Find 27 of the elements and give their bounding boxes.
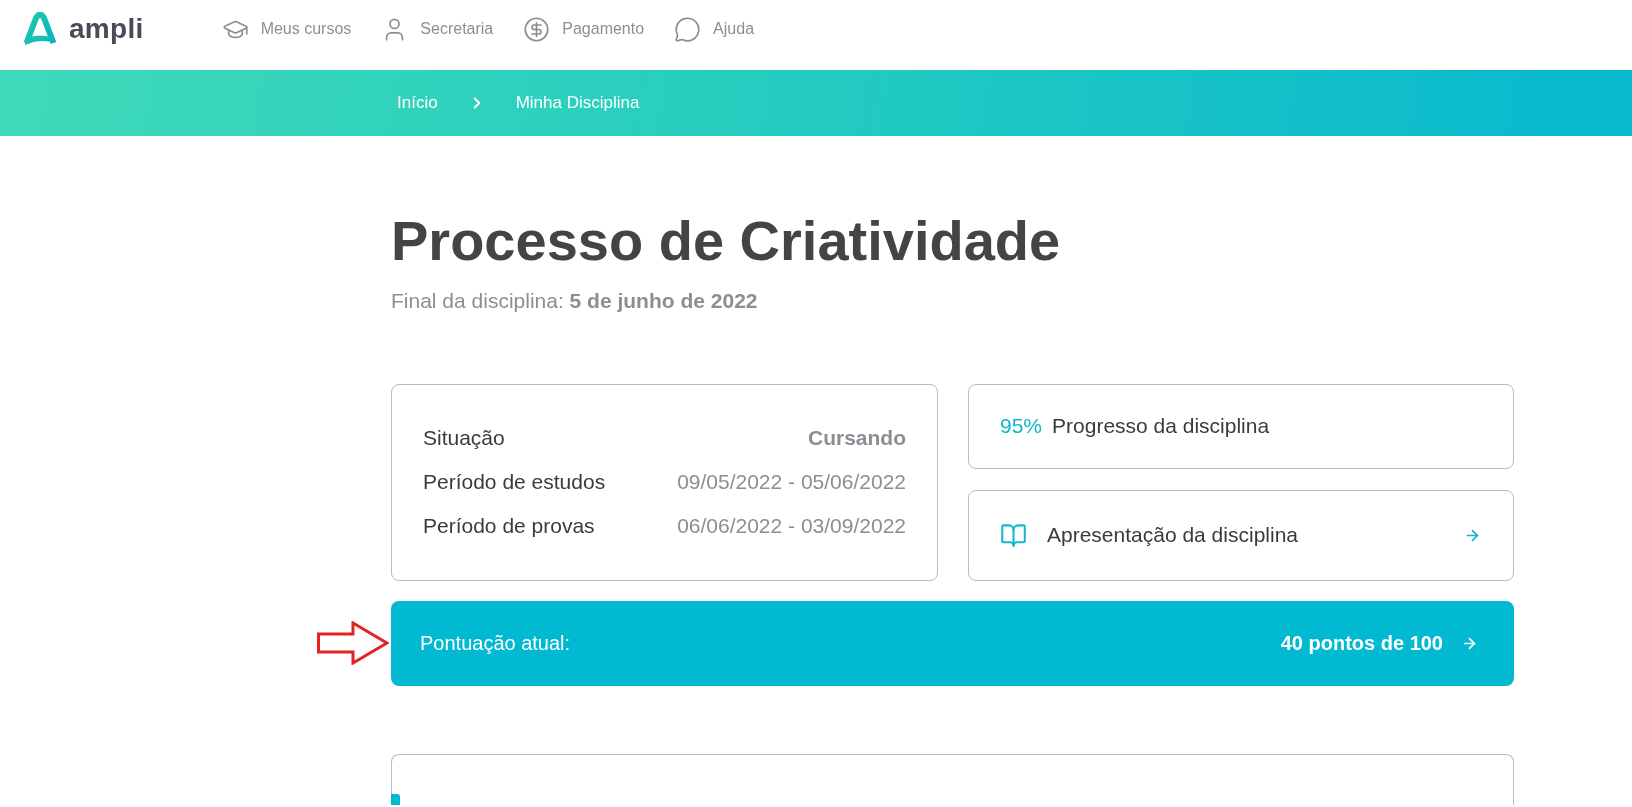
nav-link[interactable]: Ajuda — [674, 15, 755, 43]
score-banner[interactable]: Pontuação atual: 40 pontos de 100 — [391, 600, 1514, 686]
info-label: Situação — [423, 426, 505, 451]
logo-mark-icon — [23, 11, 57, 47]
score-value: 40 pontos de 100 — [1280, 631, 1443, 655]
breadcrumb-current: Minha Disciplina — [515, 93, 640, 113]
progress-percent: 95% — [1000, 414, 1043, 439]
open-book-icon — [1000, 521, 1027, 549]
nav-link[interactable]: Pagamento — [523, 15, 645, 43]
logo-text: ampli — [69, 15, 144, 43]
nav-link[interactable]: Secretaria — [381, 15, 494, 43]
info-label: Período de estudos — [423, 470, 606, 495]
score-label: Pontuação atual: — [420, 631, 571, 655]
chat-bubble-icon — [674, 15, 702, 43]
course-end-date: Final da disciplina: 5 de junho de 2022 — [391, 287, 759, 314]
annotation-arrow — [317, 620, 389, 665]
info-label: Período de provas — [423, 514, 595, 539]
course-title: Processo de Criatividade — [391, 208, 1062, 274]
date-range: 06/06/2022 - 03/09/2022 — [677, 514, 906, 539]
breadcrumb-link[interactable]: Início — [397, 93, 438, 113]
accent-marker-icon — [390, 793, 400, 805]
status-value: Cursando — [808, 426, 906, 451]
nav-link[interactable]: Meus cursos — [221, 15, 352, 43]
progress-label: Progresso da disciplina — [1052, 414, 1270, 439]
dollar-circle-icon — [523, 15, 551, 43]
date-range: 09/05/2022 - 05/06/2022 — [677, 470, 906, 495]
presentation-link[interactable]: Apresentação da disciplina — [968, 489, 1514, 581]
